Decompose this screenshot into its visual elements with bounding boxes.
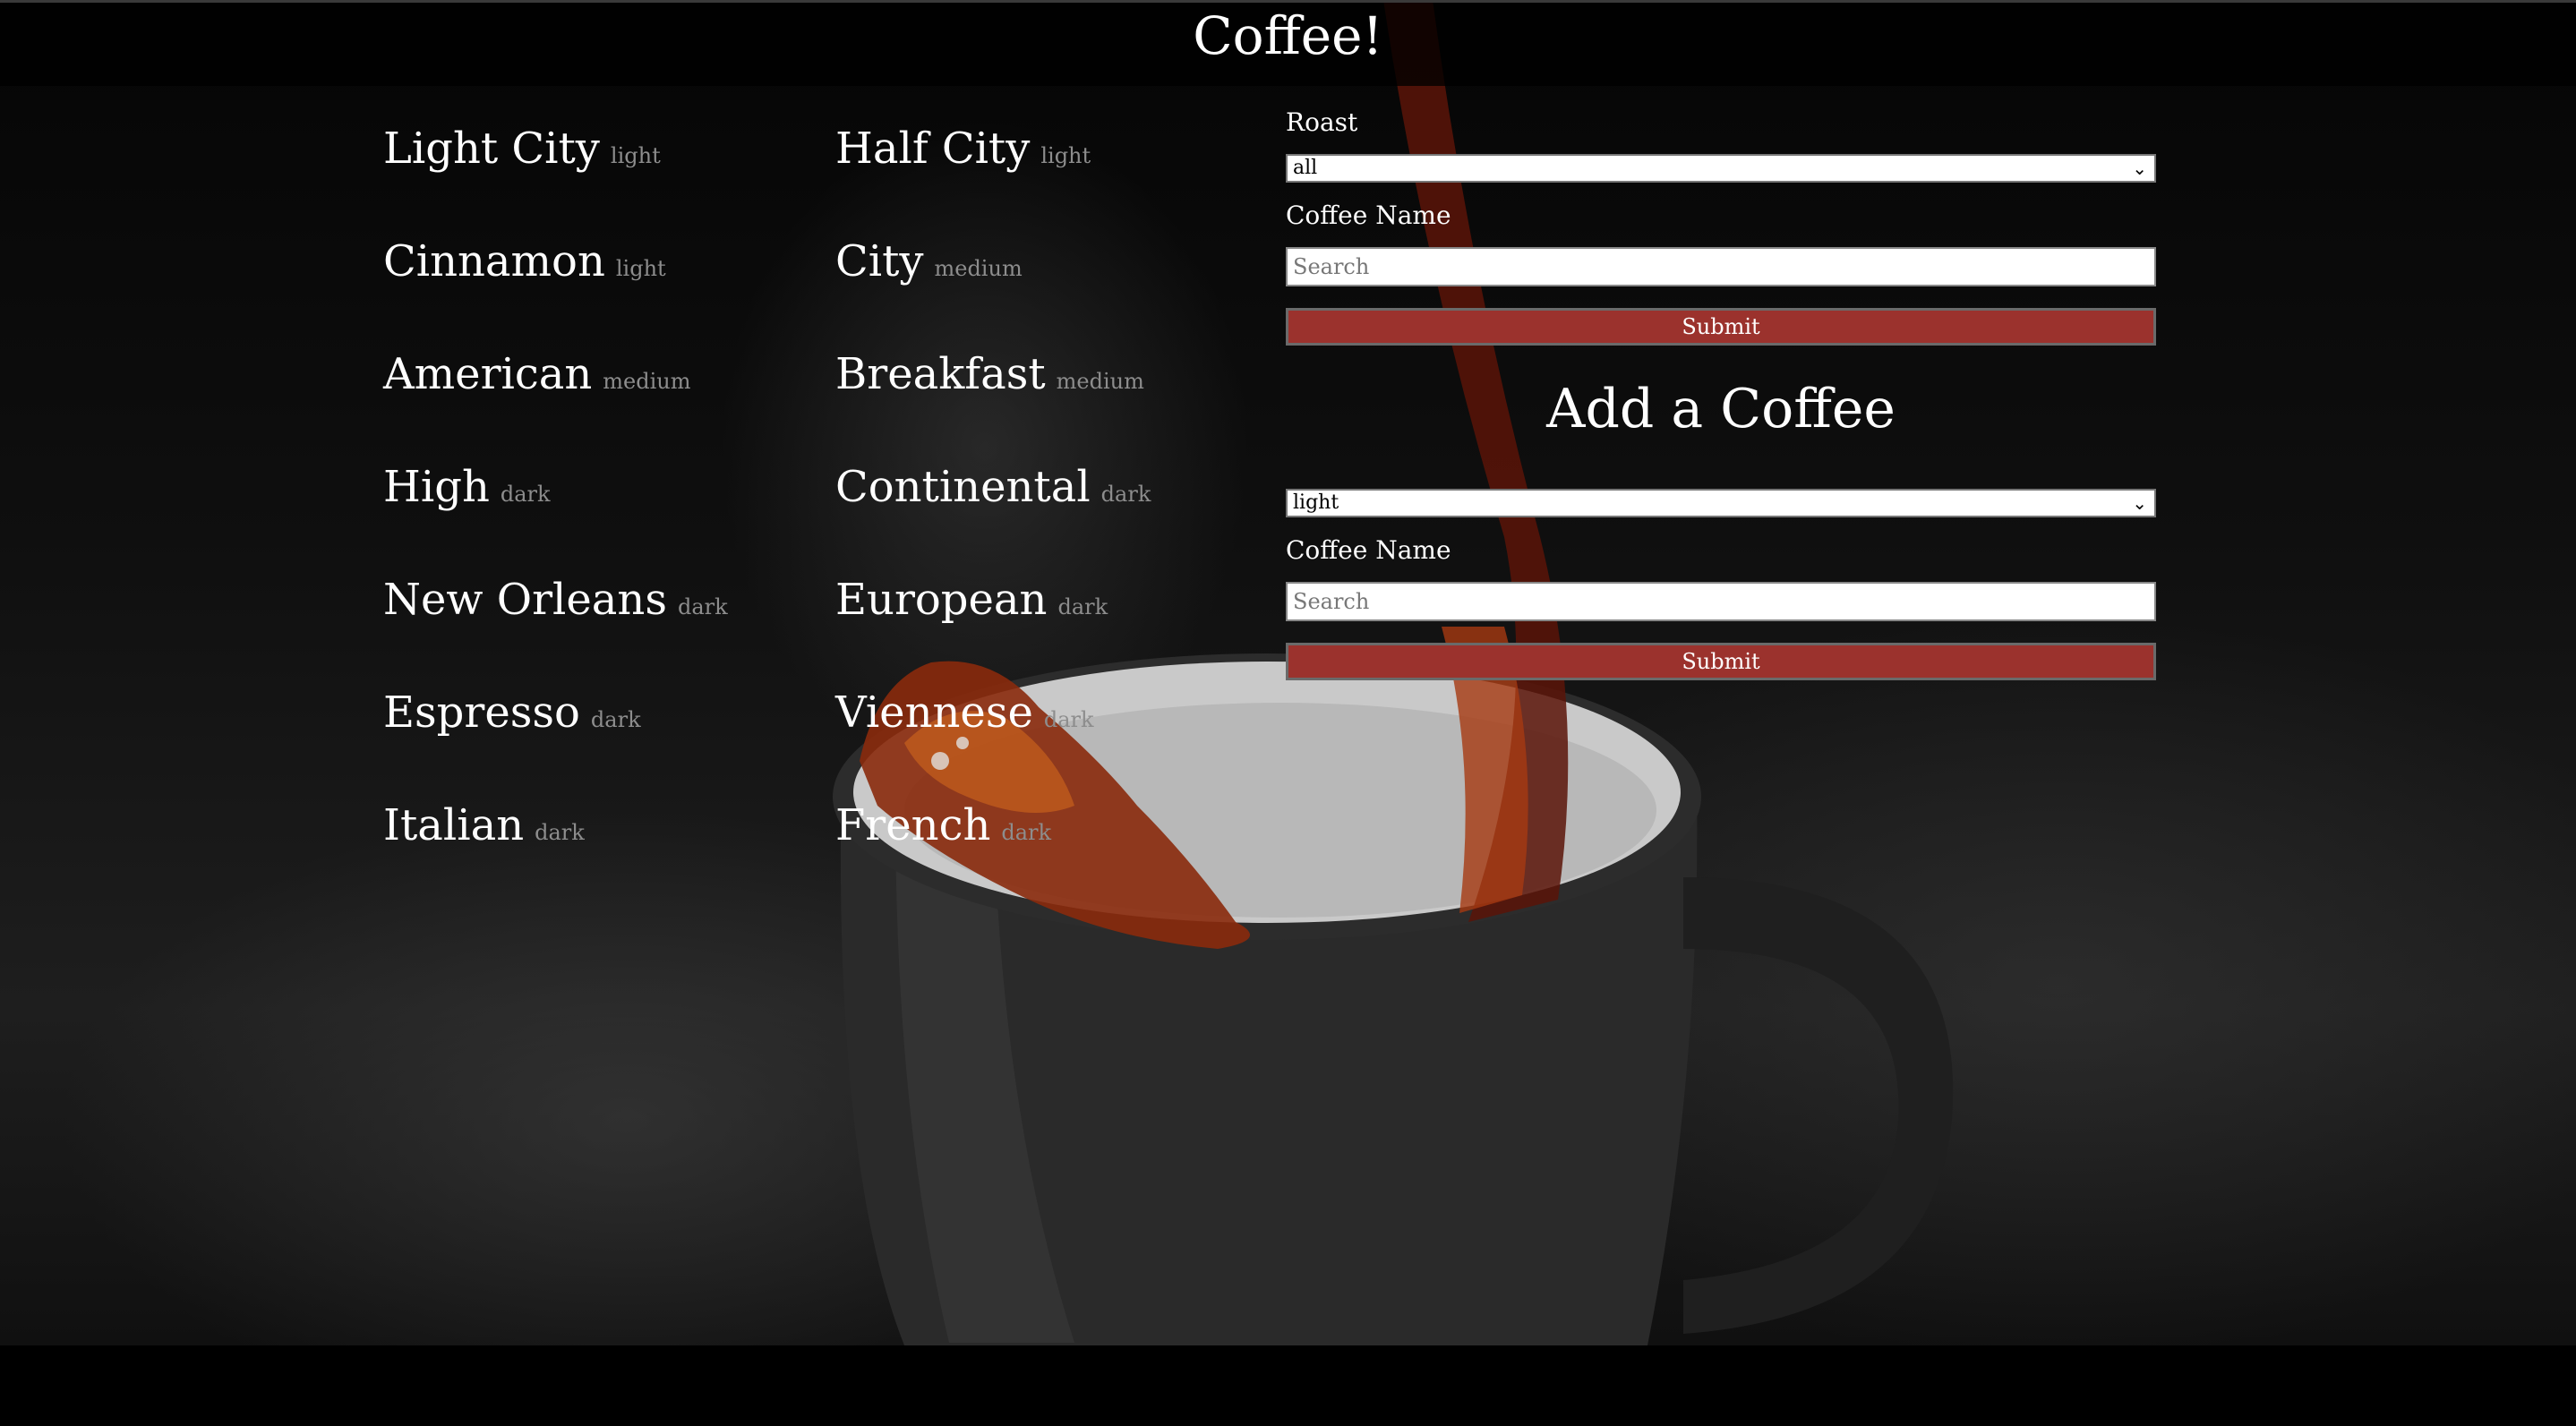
coffee-roast: medium	[603, 369, 691, 394]
add-coffee-name-label: Coffee Name	[1286, 535, 1451, 565]
coffee-name: Half City	[835, 124, 1031, 174]
coffee-name: High	[383, 462, 490, 512]
roast-select[interactable]: all ⌄	[1286, 154, 2156, 183]
coffee-item: Half City light	[835, 124, 1091, 174]
search-placeholder: Search	[1293, 254, 1370, 279]
coffee-item: New Orleans dark	[383, 575, 728, 625]
coffee-name: French	[835, 800, 991, 850]
coffee-item: Light City light	[383, 124, 661, 174]
coffee-item: American medium	[383, 349, 691, 399]
roast-label: Roast	[1286, 107, 1358, 137]
coffee-roast: dark	[590, 707, 641, 732]
coffee-name: Continental	[835, 462, 1091, 512]
coffee-name: Light City	[383, 124, 600, 174]
coffee-roast: light	[615, 256, 666, 281]
coffee-name: Cinnamon	[383, 236, 605, 286]
coffee-name: American	[383, 349, 593, 399]
coffee-roast: medium	[934, 256, 1023, 281]
coffee-roast: medium	[1056, 369, 1144, 394]
add-name-placeholder: Search	[1293, 589, 1370, 614]
coffee-name: Breakfast	[835, 349, 1046, 399]
submit-button[interactable]: Submit	[1286, 308, 2156, 346]
site-title: Coffee!	[1193, 5, 1383, 66]
coffee-item: Breakfast medium	[835, 349, 1144, 399]
add-submit-button[interactable]: Submit	[1286, 643, 2156, 680]
coffee-roast: light	[610, 143, 661, 168]
coffee-name-search-input[interactable]: Search	[1286, 247, 2156, 286]
coffee-item: Continental dark	[835, 462, 1151, 512]
coffee-roast: dark	[1100, 482, 1151, 507]
roast-select-value: all	[1293, 157, 1318, 179]
coffee-item: European dark	[835, 575, 1108, 625]
coffee-roast: dark	[500, 482, 551, 507]
coffee-roast: dark	[535, 820, 585, 845]
coffee-name: Italian	[383, 800, 525, 850]
coffee-item: French dark	[835, 800, 1051, 850]
add-coffee-name-input[interactable]: Search	[1286, 582, 2156, 621]
chevron-down-icon: ⌄	[2132, 492, 2147, 514]
coffee-name: New Orleans	[383, 575, 667, 625]
coffee-item: Cinnamon light	[383, 236, 666, 286]
coffee-roast: dark	[1057, 594, 1108, 619]
coffee-roast: dark	[1043, 707, 1094, 732]
coffee-roast: dark	[677, 594, 728, 619]
coffee-item: Italian dark	[383, 800, 585, 850]
coffee-roast: light	[1040, 143, 1091, 168]
chevron-down-icon: ⌄	[2132, 158, 2147, 179]
add-roast-select-value: light	[1293, 491, 1339, 514]
add-roast-select[interactable]: light ⌄	[1286, 489, 2156, 517]
coffee-item: High dark	[383, 462, 551, 512]
site-header: Coffee!	[0, 0, 2576, 86]
coffee-roast: dark	[1001, 820, 1052, 845]
coffee-item: Viennese dark	[835, 687, 1094, 738]
coffee-name: Espresso	[383, 687, 580, 738]
footer-bar	[0, 1345, 2576, 1426]
add-coffee-heading: Add a Coffee	[1546, 378, 1896, 440]
coffee-name-label: Coffee Name	[1286, 201, 1451, 230]
coffee-name: European	[835, 575, 1048, 625]
coffee-item: Espresso dark	[383, 687, 641, 738]
coffee-name: Viennese	[835, 687, 1033, 738]
coffee-name: City	[835, 236, 924, 286]
page: Coffee! Light City light Half City light C…	[0, 0, 2576, 1426]
coffee-item: City medium	[835, 236, 1023, 286]
